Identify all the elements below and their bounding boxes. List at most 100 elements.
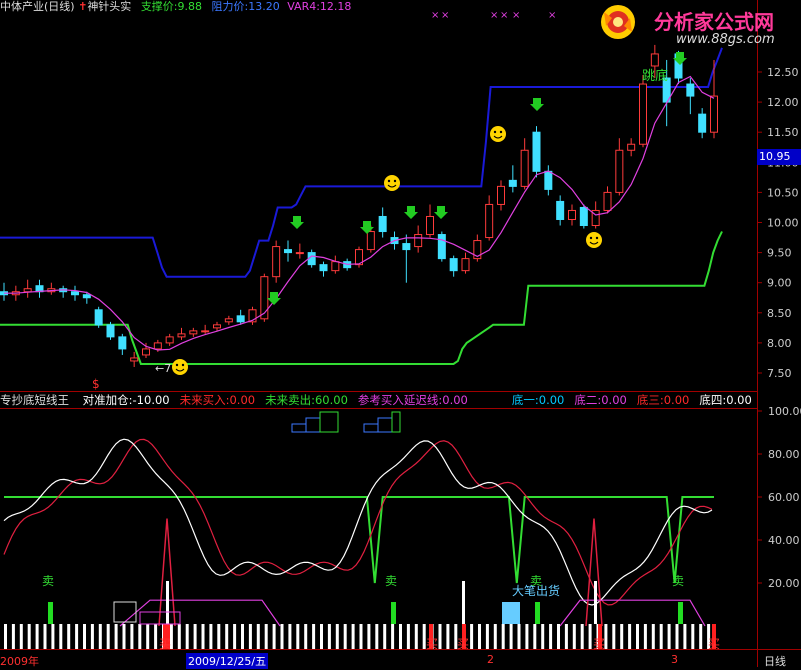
smiley-eye <box>595 236 599 240</box>
candle-body <box>615 149 624 193</box>
stock-name[interactable]: 中体产业(日线) <box>0 0 75 13</box>
candle-body <box>686 83 695 97</box>
signal-x-mark: × <box>441 10 449 21</box>
base-bar <box>549 624 553 649</box>
candle-body <box>142 348 150 356</box>
candle-body <box>153 342 162 350</box>
base-bar <box>67 624 71 649</box>
candle-body <box>698 113 707 133</box>
buy-arrow-icon <box>290 216 304 229</box>
base-bar <box>620 624 624 649</box>
candle-body <box>544 170 553 190</box>
buy-label: 买 <box>708 637 720 651</box>
candle-body <box>71 291 79 296</box>
base-bar <box>177 624 181 649</box>
smiley-eye <box>175 363 179 367</box>
base-bar <box>335 624 339 649</box>
base-bar <box>209 624 213 649</box>
base-bar <box>485 624 489 649</box>
base-bar <box>4 624 7 649</box>
smiley-eye <box>393 179 397 183</box>
candle-body <box>295 252 304 255</box>
base-bar <box>201 624 205 649</box>
base-bar <box>272 624 276 649</box>
base-bar <box>146 624 150 649</box>
support-line <box>0 47 723 278</box>
smiley-eye <box>589 236 593 240</box>
base-bar <box>478 624 481 649</box>
base-bar <box>517 624 521 649</box>
price-tick-label: 8.50 <box>767 307 792 320</box>
base-bar <box>114 624 118 649</box>
buy-label: 买 <box>593 637 605 651</box>
legend-box-icon <box>305 417 321 433</box>
oscillator-value-7: 底四:0.00 <box>699 393 752 407</box>
big-sell-label: 大笔出货 <box>512 583 560 598</box>
legend-box-icon <box>363 423 379 433</box>
base-bar <box>233 624 237 649</box>
logo-title: 分析家公式网 <box>654 10 774 34</box>
base-bar <box>43 624 47 649</box>
base-bar <box>612 624 616 649</box>
buy-arrow-icon <box>530 98 544 111</box>
candle-body <box>23 288 32 293</box>
oscillator-name[interactable]: 专抄底短线王 <box>0 393 69 407</box>
smiley-eye <box>493 130 497 134</box>
base-bar <box>636 624 639 649</box>
base-bar <box>217 624 221 649</box>
oscillator-value-4: 底一:0.00 <box>511 393 565 407</box>
price-tick-label: 9.00 <box>767 277 792 290</box>
candle-body <box>532 131 541 172</box>
base-bar <box>406 624 410 649</box>
support-value: 支撑价:9.88 <box>140 0 203 13</box>
base-bar <box>588 624 592 649</box>
smiley-icon <box>490 126 506 142</box>
sell-signal-bar <box>48 602 53 624</box>
oscillator-value-3: 参考买入延迟线:0.00 <box>357 393 468 407</box>
candle-body <box>579 206 588 227</box>
oscillator-header: 专抄底短线王 对准加仓:-10.00 未来买入:0.00 未来卖出:60.00 参考买… <box>0 392 752 408</box>
indicator-name[interactable]: 神针头实 <box>87 0 131 13</box>
base-bar <box>525 624 529 649</box>
base-bar <box>651 624 655 649</box>
candle-body <box>236 315 245 323</box>
sell-label: 卖 <box>385 574 397 588</box>
base-bar <box>11 624 15 649</box>
candle-body <box>106 324 115 338</box>
base-bar <box>391 624 395 649</box>
price-tick-label: 11.50 <box>767 126 799 139</box>
candle-body <box>224 318 233 323</box>
base-bar <box>383 624 387 649</box>
buy-arrow-icon <box>404 206 418 219</box>
candle-body <box>94 309 103 326</box>
candle-body <box>650 53 659 67</box>
dollar-sign-label: $ <box>92 377 100 391</box>
base-bar <box>35 624 39 649</box>
candle-body <box>449 258 458 272</box>
price-tick-label: 10.50 <box>767 186 799 199</box>
base-bar <box>312 624 316 649</box>
header-bar: 中体产业(日线) ✝神针头实 支撑价:9.88 阻力价:13.20 VAR4:1… <box>0 0 352 13</box>
base-bar <box>19 624 23 649</box>
candle-body <box>118 336 127 350</box>
signal-x-mark: × <box>500 10 508 21</box>
legend-box-icon <box>391 411 401 433</box>
logo-url[interactable]: www.88gs.com <box>676 32 775 47</box>
var4-value: VAR4:12.18 <box>287 0 352 13</box>
base-bar <box>509 624 513 649</box>
base-bar <box>83 624 86 649</box>
big-sell-block <box>502 602 520 624</box>
price-panel: 跳底←7$× × × × × × <box>0 10 723 391</box>
candle-body <box>426 215 434 236</box>
signal-x-mark: × <box>490 10 498 21</box>
signal-x-mark: × <box>431 10 439 21</box>
legend-box-icon <box>377 417 393 433</box>
logo-icon <box>598 2 638 42</box>
candle-body <box>284 249 292 254</box>
base-bar <box>90 624 94 649</box>
candle-body <box>639 83 647 145</box>
base-bar <box>343 624 347 649</box>
base-bar <box>580 624 584 649</box>
base-bar <box>154 624 158 649</box>
base-bar <box>470 624 474 649</box>
